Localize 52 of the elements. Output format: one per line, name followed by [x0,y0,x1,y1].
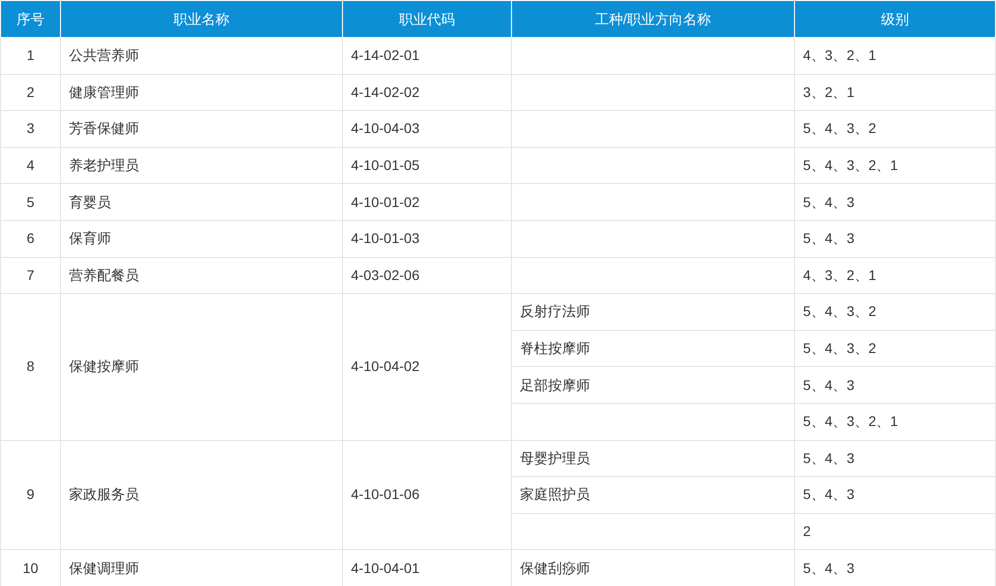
table-cell: 5、4、3、2 [794,110,996,148]
table-cell: 4、3、2、1 [794,257,996,294]
table-cell: 4、3、2、1 [794,38,996,74]
table-cell: 5、4、3 [794,220,996,258]
column-header: 工种/职业方向名称 [512,0,794,38]
table-cell: 2 [0,74,60,111]
table-cell: 脊柱按摩师 [512,330,794,367]
table-cell: 育婴员 [60,184,342,220]
table-cell: 4-10-01-03 [342,220,512,258]
table-cell: 母婴护理员 [512,440,794,477]
table-cell: 家庭照护员 [512,476,794,514]
table-cell: 养老护理员 [60,147,342,184]
table-cell: 家政服务员 [60,440,342,550]
table-cell: 5、4、3 [794,366,996,404]
table-cell: 5、4、3 [794,440,996,477]
table-cell: 4-10-04-03 [342,110,512,148]
table-cell: 5、4、3、2、1 [794,147,996,184]
table-cell: 8 [0,294,60,440]
table-cell: 足部按摩师 [512,366,794,404]
table-cell: 5 [0,184,60,220]
table-cell: 5、4、3、2 [794,330,996,367]
table-cell: 4-14-02-01 [342,38,512,74]
table-cell: 5、4、3、2、1 [794,403,996,440]
table-cell: 4-10-01-06 [342,440,512,550]
table-cell: 4-10-04-02 [342,294,512,440]
column-header: 序号 [0,0,60,38]
table-cell: 4-10-01-05 [342,147,512,184]
table-cell: 反射疗法师 [512,294,794,330]
column-header: 级别 [794,0,996,38]
table-cell: 5、4、3、2 [794,294,996,330]
table-cell: 2 [794,513,996,550]
column-header: 职业名称 [60,0,342,38]
table-cell: 5、4、3 [794,184,996,220]
table-cell: 6 [0,220,60,258]
column-header: 职业代码 [342,0,512,38]
table-cell: 9 [0,440,60,550]
table-cell: 保育师 [60,220,342,258]
table-cell: 芳香保健师 [60,110,342,148]
table-cell: 4 [0,147,60,184]
table-cell: 营养配餐员 [60,257,342,294]
table-cell: 健康管理师 [60,74,342,111]
table-cell: 4-10-01-02 [342,184,512,220]
table-cell: 10 [0,550,60,586]
table-cell: 4-14-02-02 [342,74,512,111]
table-cell: 3 [0,110,60,148]
table-cell: 保健按摩师 [60,294,342,440]
table-cell: 公共营养师 [60,38,342,74]
table-cell: 7 [0,257,60,294]
table-cell: 5、4、3 [794,476,996,514]
table-cell: 4-03-02-06 [342,257,512,294]
table-cell: 3、2、1 [794,74,996,111]
table-cell: 1 [0,38,60,74]
